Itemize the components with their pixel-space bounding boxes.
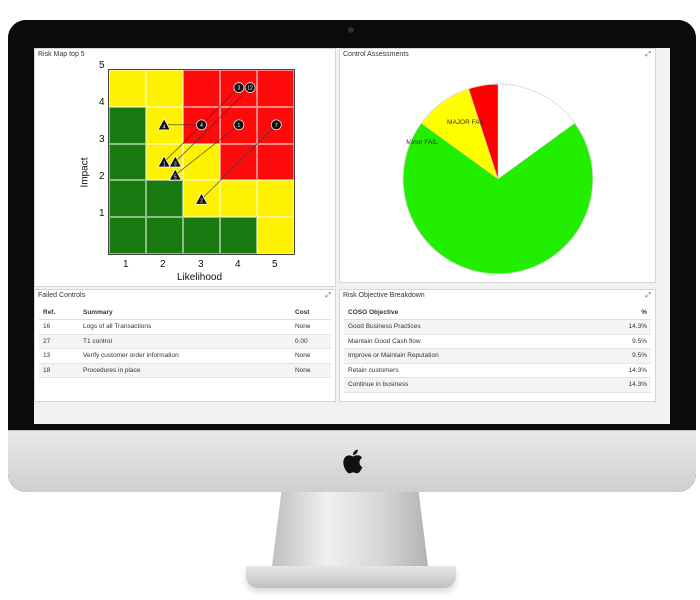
camera — [348, 27, 354, 33]
cell-ref: 27 — [39, 334, 79, 349]
cell-objective: Continue in business — [344, 377, 587, 393]
cell-summary: Procedures in place — [79, 363, 291, 378]
y-tick-3: 3 — [99, 134, 105, 145]
svg-text:5: 5 — [174, 175, 177, 181]
y-tick-4: 4 — [99, 97, 105, 108]
risk-map-title: Risk Map top 5 — [38, 51, 85, 58]
svg-text:3: 3 — [174, 162, 177, 168]
risk-objective-table: COSO Objective % Good Business Practices… — [344, 306, 651, 393]
residual-risk-marker[interactable]: 1 — [233, 119, 245, 131]
monitor-chin — [8, 430, 696, 492]
cell-summary: Logs of all Transactions — [79, 319, 291, 335]
cell-ref: 18 — [39, 363, 79, 378]
inherent-risk-marker[interactable]: 5 — [168, 168, 182, 181]
cell-cost: None — [291, 363, 331, 378]
failed-controls-panel: Failed Controls ⤢ Ref. Summary Cost 16 L… — [34, 289, 336, 402]
table-row[interactable]: 13 Verify customer order information Non… — [39, 348, 331, 364]
cell-objective: Retain customers — [344, 363, 587, 378]
table-row[interactable]: Improve or Maintain Reputation 9.5% — [344, 348, 651, 364]
table-row[interactable]: Maintain Good Cash flow 9.5% — [344, 334, 651, 349]
svg-text:1: 1 — [238, 123, 241, 129]
residual-risk-marker[interactable]: 4 — [196, 119, 207, 131]
control-assessments-pie: UnratedPassedMinor FAILMAJOR FAIL — [402, 83, 594, 275]
risk-link-line — [175, 124, 240, 176]
col-cost[interactable]: Cost — [291, 306, 331, 320]
stand-base — [246, 566, 456, 588]
failed-controls-title: Failed Controls — [38, 292, 86, 299]
col-summary[interactable]: Summary — [79, 306, 291, 320]
cell-ref: 16 — [39, 319, 79, 335]
x-tick-1: 1 — [123, 259, 129, 270]
svg-text:4: 4 — [163, 124, 166, 130]
y-tick-1: 1 — [99, 208, 105, 219]
cell-percent: 9.5% — [586, 348, 651, 364]
cell-cost: None — [291, 319, 331, 335]
cell-objective: Maintain Good Cash flow — [344, 334, 587, 349]
table-row[interactable]: Good Business Practices 14.3% — [344, 319, 651, 335]
control-assessments-title: Control Assessments — [343, 51, 409, 58]
cell-percent: 14.3% — [586, 363, 651, 378]
risk-markers: 4 1 3 5 2 4 1 7 3 12 — [157, 82, 282, 205]
col-percent[interactable]: % — [586, 306, 651, 320]
stand-neck — [272, 492, 428, 566]
svg-text:2: 2 — [200, 199, 203, 205]
risk-map-panel: Risk Map top 5 4 1 3 5 2 4 1 7 3 12 5 4 3 2 1 1 2… — [34, 48, 336, 287]
y-tick-2: 2 — [99, 171, 105, 182]
col-ref[interactable]: Ref. — [39, 306, 79, 320]
x-tick-5: 5 — [272, 259, 278, 270]
y-axis-label: Impact — [79, 157, 91, 188]
residual-risk-marker[interactable]: 12 — [244, 82, 256, 93]
x-tick-3: 3 — [198, 259, 204, 270]
cell-objective: Good Business Practices — [344, 319, 587, 335]
pie-label: MAJOR FAIL — [447, 119, 485, 126]
control-assessments-panel: Control Assessments ⤢ UnratedPassedMinor… — [339, 48, 656, 283]
x-tick-4: 4 — [235, 259, 241, 270]
cell-cost: 0.00 — [291, 334, 331, 349]
x-axis-label: Likelihood — [177, 272, 223, 283]
table-row[interactable]: 18 Procedures in place None — [39, 363, 331, 378]
svg-text:7: 7 — [275, 123, 278, 129]
cell-ref: 13 — [39, 348, 79, 364]
cell-percent: 14.3% — [586, 377, 651, 393]
cell-summary: Verify customer order information — [79, 348, 291, 364]
table-row[interactable]: 16 Logs of all Transactions None — [39, 319, 331, 335]
cell-percent: 9.5% — [586, 334, 651, 349]
svg-text:1: 1 — [163, 162, 166, 168]
table-row[interactable]: Retain customers 14.3% — [344, 363, 651, 378]
cell-objective: Improve or Maintain Reputation — [344, 348, 587, 364]
residual-risk-marker[interactable]: 3 — [233, 82, 245, 93]
failed-controls-table: Ref. Summary Cost 16 Logs of all Transac… — [39, 306, 331, 378]
residual-risk-marker[interactable]: 7 — [270, 119, 282, 131]
cell-cost: None — [291, 348, 331, 364]
col-coso-objective[interactable]: COSO Objective — [344, 306, 587, 320]
table-row[interactable]: 27 T1 control 0.00 — [39, 334, 331, 349]
svg-text:12: 12 — [247, 86, 253, 92]
expand-icon[interactable]: ⤢ — [645, 292, 651, 300]
risk-objective-title: Risk Objective Breakdown — [343, 292, 425, 299]
x-tick-2: 2 — [160, 259, 166, 270]
cell-percent: 14.3% — [586, 319, 651, 335]
cell-summary: T1 control — [79, 334, 291, 349]
table-row[interactable]: Continue in business 14.3% — [344, 377, 651, 393]
svg-text:3: 3 — [238, 86, 241, 92]
y-tick-5: 5 — [99, 60, 105, 71]
expand-icon[interactable]: ⤢ — [325, 292, 331, 300]
risk-link-line — [201, 124, 277, 200]
apple-logo-icon — [343, 449, 363, 474]
dashboard-screen: Risk Map top 5 4 1 3 5 2 4 1 7 3 12 5 4 3 2 1 1 2… — [34, 48, 670, 424]
imac-monitor: Risk Map top 5 4 1 3 5 2 4 1 7 3 12 5 4 3 2 1 1 2… — [8, 20, 696, 492]
svg-text:4: 4 — [200, 123, 203, 129]
risk-objective-panel: Risk Objective Breakdown ⤢ COSO Objectiv… — [339, 289, 656, 402]
expand-icon[interactable]: ⤢ — [645, 51, 651, 59]
